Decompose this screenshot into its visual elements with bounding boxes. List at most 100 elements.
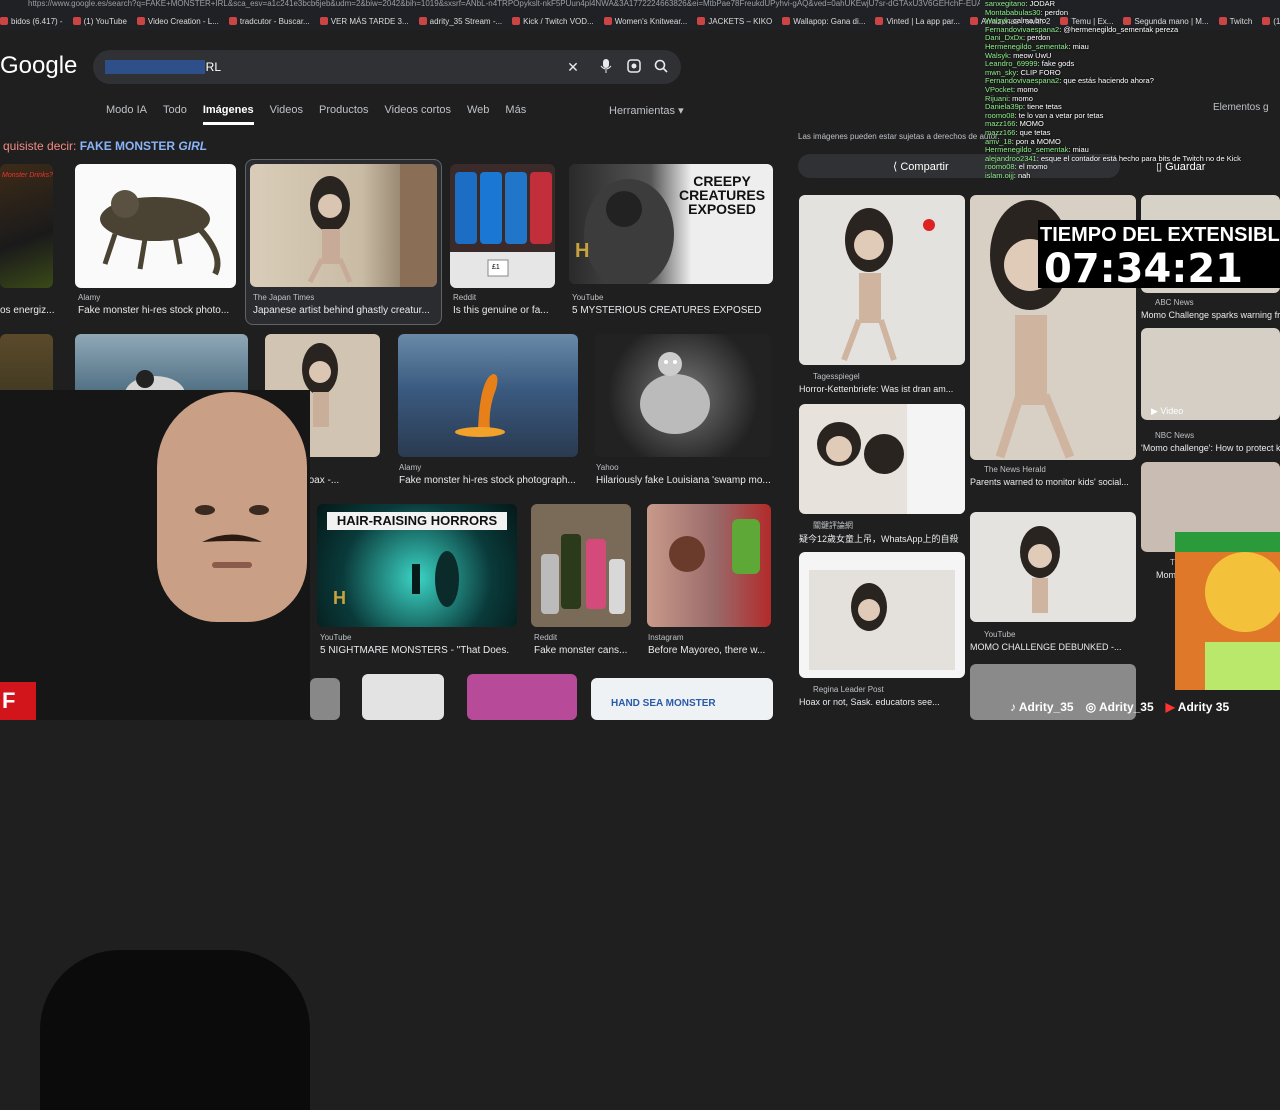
chat-username: mazz166 (985, 128, 1016, 137)
result-image[interactable] (799, 552, 965, 678)
result-image[interactable]: HAND SEA MONSTER (591, 678, 773, 720)
result-title[interactable]: 5 MYSTERIOUS CREATURES EXPOSED ... (572, 305, 762, 316)
bookmark-item[interactable]: Kick / Twitch VOD... (512, 13, 594, 29)
result-title[interactable]: 'Momo challenge': How to protect k (1141, 443, 1280, 453)
result-title[interactable]: 疑今12歲女童上吊，WhatsApp上的自殺遊... (799, 532, 959, 545)
result-title[interactable]: Parents warned to monitor kids' social..… (970, 477, 1129, 487)
bookmark-item[interactable]: Video Creation - L... (136, 13, 219, 29)
bookmark-item[interactable]: tradcutor - Buscar... (228, 13, 310, 29)
result-source[interactable]: Tagesspiegel (813, 372, 860, 381)
result-source[interactable]: Yahoo (596, 463, 619, 472)
bookmark-icon (0, 17, 8, 25)
result-source[interactable]: YouTube (320, 633, 351, 642)
did-you-mean[interactable]: quisiste decir: FAKE MONSTER GIRL (3, 139, 207, 153)
query-selection (105, 60, 205, 74)
result-image[interactable]: ▶ Video (1141, 328, 1280, 420)
result-source[interactable]: Regina Leader Post (813, 685, 884, 694)
result-image[interactable]: CREEPY CREATURES EXPOSED H (569, 164, 773, 284)
chat-text: @hermenegildo_sementak pereza (1063, 25, 1179, 34)
result-source[interactable]: ABC News (1155, 298, 1194, 307)
result-image[interactable]: HAIR-RAISING HORRORS H (317, 504, 517, 627)
tools-button[interactable]: Herramientas ▾ (609, 104, 684, 117)
chat-username: roomo08 (985, 111, 1015, 120)
result-image[interactable] (970, 512, 1136, 622)
result-source[interactable]: The Japan Times (253, 293, 314, 302)
result-image[interactable] (310, 678, 340, 720)
result-title[interactable]: os energiz... (0, 305, 54, 316)
result-image[interactable] (362, 674, 444, 720)
tab-todo[interactable]: Todo (163, 104, 187, 125)
result-image[interactable] (799, 195, 965, 365)
share-button[interactable]: ⟨ Compartir (893, 160, 949, 173)
tab-imágenes[interactable]: Imágenes (202, 104, 254, 125)
lens-icon[interactable] (626, 59, 642, 75)
result-image[interactable]: Monster Drinks? (0, 164, 53, 288)
tab-videos[interactable]: Videos (270, 104, 303, 125)
bookmark-item[interactable]: (1) YouTube (72, 13, 127, 29)
result-title[interactable]: Before Mayoreo, there w... (648, 645, 765, 656)
result-source[interactable]: Alamy (78, 293, 100, 302)
result-source[interactable]: Reddit (534, 633, 557, 642)
chat-text: calma bro (1013, 17, 1046, 26)
result-title[interactable]: MOMO CHALLENGE DEBUNKED -... (970, 642, 1122, 652)
result-source[interactable]: Instagram (648, 633, 684, 642)
result-image[interactable] (595, 334, 771, 457)
result-image[interactable] (250, 164, 437, 287)
chat-username: islam.oijj (985, 171, 1014, 180)
result-title[interactable]: Hoax or not, Sask. educators see... (799, 697, 940, 707)
address-bar[interactable]: https://www.google.es/search?q=FAKE+MONS… (0, 0, 980, 8)
tab-web[interactable]: Web (467, 104, 489, 125)
result-image[interactable] (647, 504, 771, 627)
bookmark-item[interactable]: Women's Knitwear... (603, 13, 687, 29)
bookmark-icon (512, 17, 521, 25)
bookmark-item[interactable]: JACKETS – KIKO (697, 13, 772, 29)
tab-videos-cortos[interactable]: Videos cortos (385, 104, 451, 125)
result-title[interactable]: Momo Challenge sparks warning fr (1141, 310, 1280, 320)
result-source[interactable]: NBC News (1155, 431, 1194, 440)
history-logo-icon: H (333, 588, 346, 608)
microphone-icon[interactable] (598, 59, 614, 75)
result-image[interactable] (75, 164, 236, 288)
bookmark-item[interactable]: Wallapop: Gana di... (782, 13, 865, 29)
tab-más[interactable]: Más (505, 104, 526, 125)
result-title[interactable]: Hilariously fake Louisiana 'swamp mo... (596, 475, 771, 486)
clear-icon[interactable]: ✕ (565, 59, 581, 75)
search-tabs: Modo IA Todo Imágenes Videos Productos Videos… (106, 104, 542, 125)
chat-text: fake gods (1041, 60, 1075, 69)
chat-text: que estás haciendo ahora? (1063, 77, 1154, 86)
result-title[interactable]: Horror-Kettenbriefe: Was ist dran am... (799, 384, 953, 394)
chat-text: MOMO (1019, 120, 1044, 129)
result-source[interactable]: Alamy (399, 463, 421, 472)
bookmark-item[interactable]: bidos (6.417) - (0, 13, 63, 29)
tab-modo-ia[interactable]: Modo IA (106, 104, 147, 125)
history-logo-icon: H (575, 240, 590, 262)
result-image[interactable] (531, 504, 631, 627)
result-title[interactable]: Fake monster hi-res stock photo... (78, 305, 229, 316)
tiktok-handle: ♪ Adrity_35 (1010, 700, 1074, 714)
result-title[interactable]: 5 NIGHTMARE MONSTERS - "That Does... (320, 645, 510, 656)
bookmark-item[interactable]: Vinted | La app par... (875, 13, 960, 29)
search-icon[interactable] (653, 59, 669, 75)
result-title[interactable]: Fake monster cans... (534, 645, 627, 656)
result-source[interactable]: Reddit (453, 293, 476, 302)
did-you-mean-suggestion[interactable]: FAKE MONSTER GIRL (80, 139, 207, 153)
chat-text: CLIP FORO (1020, 68, 1061, 77)
chat-username: Walsyk (985, 51, 1009, 60)
result-image[interactable] (398, 334, 578, 457)
google-logo[interactable]: Google (0, 52, 77, 80)
result-title[interactable]: Japanese artist behind ghastly creatur..… (253, 305, 430, 316)
result-source[interactable]: The News Herald (984, 465, 1046, 474)
result-source[interactable]: 關鍵評論網 (813, 520, 853, 531)
bookmark-item[interactable]: adrity_35 Stream -... (418, 13, 502, 29)
result-source[interactable]: YouTube (572, 293, 603, 302)
chat-message: mazz166: que tetas (985, 128, 1051, 137)
tab-productos[interactable]: Productos (319, 104, 369, 125)
bookmark-item[interactable]: VER MÁS TARDE 3... (319, 13, 409, 29)
result-image[interactable] (799, 404, 965, 514)
result-title[interactable]: Is this genuine or fa... (453, 305, 549, 316)
result-image[interactable] (467, 674, 577, 720)
chat-message: islam.oijj: nah (985, 171, 1031, 180)
result-image[interactable]: £1 (450, 164, 555, 288)
result-title[interactable]: Fake monster hi-res stock photograph... (399, 475, 576, 486)
result-source[interactable]: YouTube (984, 630, 1015, 639)
